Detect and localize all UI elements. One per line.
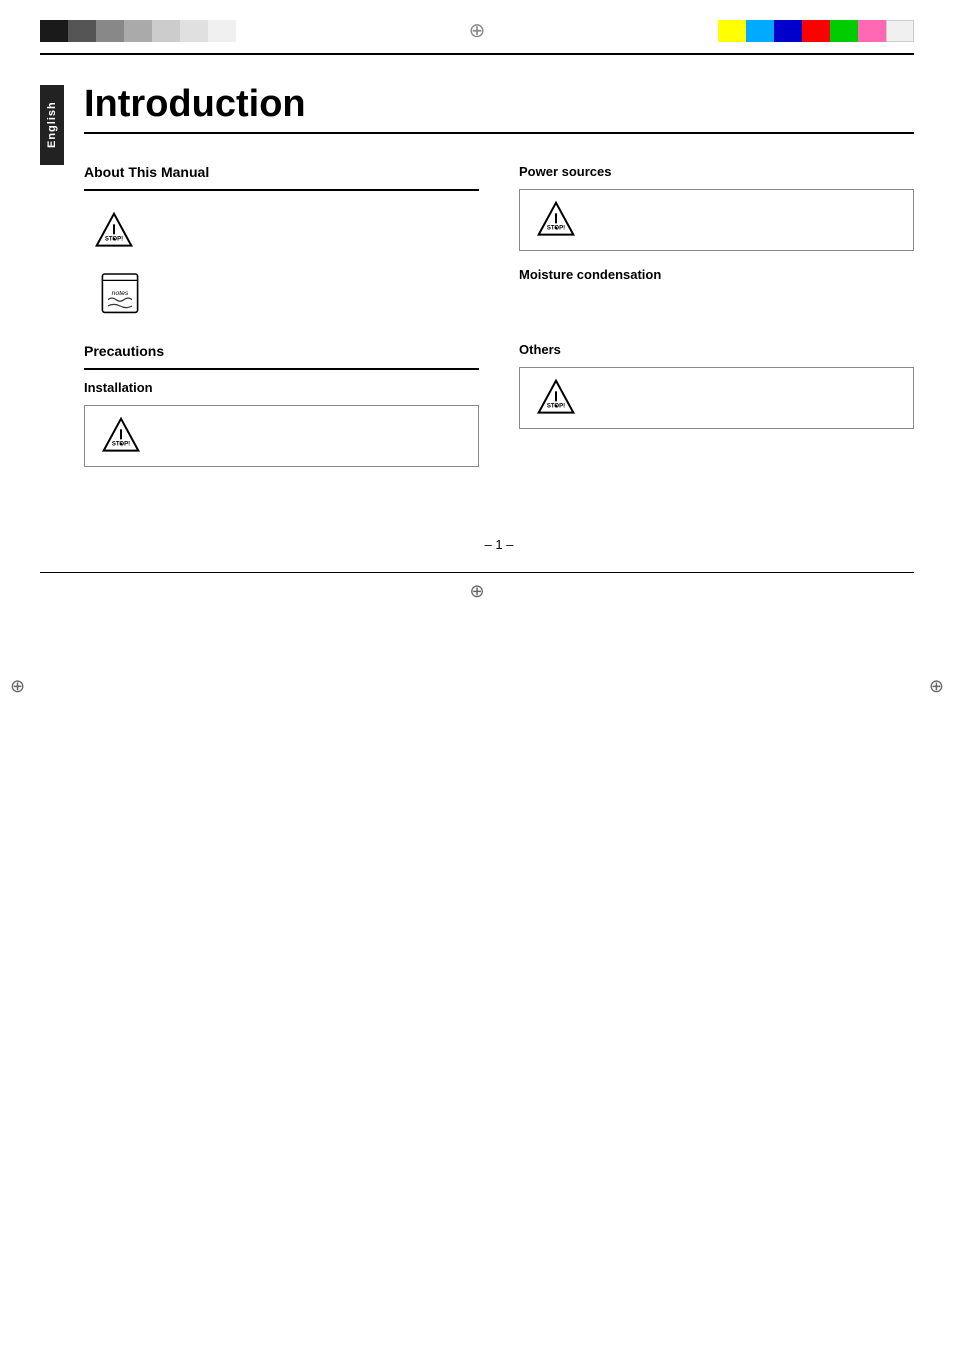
stop-others-icon: STOP! (536, 378, 576, 418)
power-sources-section: Power sources STOP! (519, 164, 914, 251)
color-block (40, 20, 68, 42)
about-heading-underline (84, 189, 479, 191)
moisture-condensation-heading: Moisture condensation (519, 267, 914, 282)
notes-icon: notes (94, 266, 146, 318)
color-block (746, 20, 774, 42)
bottom-crosshair: ⊕ (469, 581, 484, 602)
power-sources-heading: Power sources (519, 164, 914, 179)
precautions-underline (84, 368, 479, 370)
color-block (858, 20, 886, 42)
moisture-condensation-section: Moisture condensation (519, 267, 914, 282)
right-column: Power sources STOP! Moisture con (519, 164, 914, 477)
two-column-layout: About This Manual STOP! (84, 164, 914, 477)
others-heading: Others (519, 342, 914, 357)
stop-icon-container: STOP! (94, 211, 479, 256)
svg-text:notes: notes (112, 290, 129, 297)
left-column: About This Manual STOP! (84, 164, 479, 477)
installation-warning-box: STOP! (84, 405, 479, 467)
bottom-bar: ⊕ (0, 573, 954, 606)
center-registration-mark: ⊕ (469, 18, 486, 43)
color-block (208, 20, 236, 42)
stop-warning-icon: STOP! (101, 416, 141, 456)
color-block (886, 20, 914, 42)
color-block (180, 20, 208, 42)
color-strip-right (718, 20, 914, 42)
right-crosshair: ⊕ (929, 676, 944, 697)
color-block (802, 20, 830, 42)
color-block (718, 20, 746, 42)
top-bar: ⊕ (0, 0, 954, 53)
color-block (152, 20, 180, 42)
title-underline (84, 132, 914, 134)
language-tab: English (40, 85, 64, 165)
color-block (68, 20, 96, 42)
stop-power-icon: STOP! (536, 200, 576, 240)
color-block (96, 20, 124, 42)
color-block (830, 20, 858, 42)
about-this-manual-section: About This Manual (84, 164, 479, 191)
precautions-heading: Precautions (84, 343, 479, 362)
color-block (774, 20, 802, 42)
page-layout: English Introduction About This Manual (0, 55, 954, 562)
color-block (124, 20, 152, 42)
stop-icon: STOP! (94, 211, 134, 251)
left-crosshair: ⊕ (10, 676, 25, 697)
installation-subheading: Installation (84, 380, 479, 395)
others-warning-box: STOP! (519, 367, 914, 429)
page-number: – 1 – (84, 537, 914, 552)
others-section: Others STOP! (519, 342, 914, 429)
page-title: Introduction (84, 83, 914, 126)
icon-row: STOP! notes (94, 211, 479, 323)
about-this-manual-heading: About This Manual (84, 164, 479, 183)
precautions-section: Precautions Installation STOP! (84, 343, 479, 467)
notes-icon-container: notes (94, 266, 479, 323)
power-warning-box: STOP! (519, 189, 914, 251)
main-content: Introduction About This Manual (64, 55, 954, 562)
color-strip-left (40, 20, 236, 42)
